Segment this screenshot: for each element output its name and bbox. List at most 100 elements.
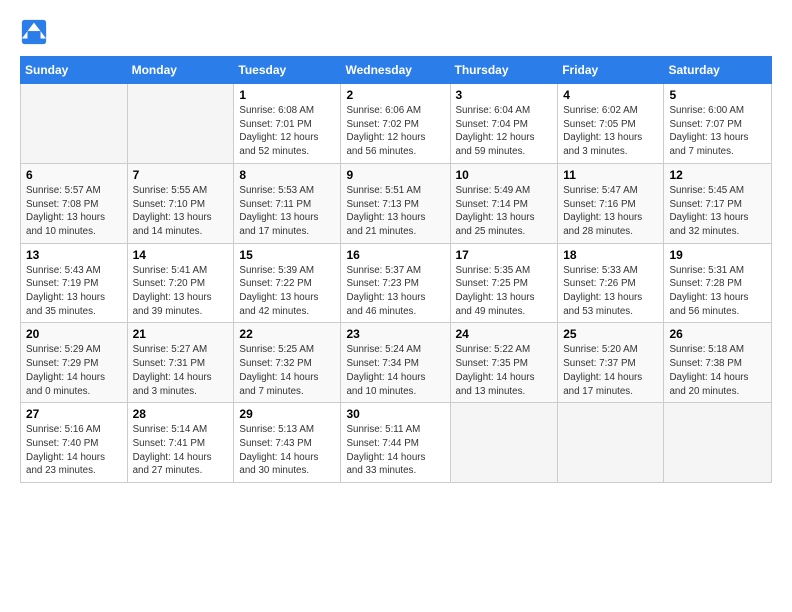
day-info: Sunrise: 5:14 AM Sunset: 7:41 PM Dayligh…	[133, 423, 229, 478]
day-info: Sunrise: 6:02 AM Sunset: 7:05 PM Dayligh…	[563, 104, 658, 159]
calendar-cell: 4 Sunrise: 6:02 AM Sunset: 7:05 PM Daylig…	[558, 84, 664, 164]
day-info: Sunrise: 6:06 AM Sunset: 7:02 PM Dayligh…	[346, 104, 444, 159]
logo	[20, 18, 50, 46]
day-number: 21	[133, 327, 229, 341]
day-info: Sunrise: 5:47 AM Sunset: 7:16 PM Dayligh…	[563, 184, 658, 239]
calendar-cell: 17 Sunrise: 5:35 AM Sunset: 7:25 PM Dayli…	[450, 243, 558, 323]
day-info: Sunrise: 5:20 AM Sunset: 7:37 PM Dayligh…	[563, 343, 658, 398]
day-info: Sunrise: 5:49 AM Sunset: 7:14 PM Dayligh…	[456, 184, 553, 239]
calendar-cell: 29Sunrise: 5:13 AM Sunset: 7:43 PM Dayli…	[234, 403, 341, 483]
calendar-cell: 7 Sunrise: 5:55 AM Sunset: 7:10 PM Daylig…	[127, 163, 234, 243]
day-number: 24	[456, 327, 553, 341]
header-wednesday: Wednesday	[341, 57, 450, 84]
calendar-cell: 1 Sunrise: 6:08 AM Sunset: 7:01 PM Daylig…	[234, 84, 341, 164]
day-info: Sunrise: 5:11 AM Sunset: 7:44 PM Dayligh…	[346, 423, 444, 478]
page-header	[20, 18, 772, 46]
calendar-cell: 18 Sunrise: 5:33 AM Sunset: 7:26 PM Dayli…	[558, 243, 664, 323]
calendar-cell: 5Sunrise: 6:00 AM Sunset: 7:07 PM Daylig…	[664, 84, 772, 164]
calendar-week-3: 20 Sunrise: 5:29 AM Sunset: 7:29 PM Dayli…	[21, 323, 772, 403]
day-info: Sunrise: 5:22 AM Sunset: 7:35 PM Dayligh…	[456, 343, 553, 398]
day-info: Sunrise: 5:41 AM Sunset: 7:20 PM Dayligh…	[133, 264, 229, 319]
calendar-cell: 23 Sunrise: 5:24 AM Sunset: 7:34 PM Dayli…	[341, 323, 450, 403]
day-info: Sunrise: 5:24 AM Sunset: 7:34 PM Dayligh…	[346, 343, 444, 398]
day-info: Sunrise: 5:55 AM Sunset: 7:10 PM Dayligh…	[133, 184, 229, 239]
day-number: 17	[456, 248, 553, 262]
calendar-cell: 3Sunrise: 6:04 AM Sunset: 7:04 PM Daylig…	[450, 84, 558, 164]
day-info: Sunrise: 5:43 AM Sunset: 7:19 PM Dayligh…	[26, 264, 122, 319]
day-number: 27	[26, 407, 122, 421]
day-number: 25	[563, 327, 658, 341]
day-info: Sunrise: 5:29 AM Sunset: 7:29 PM Dayligh…	[26, 343, 122, 398]
calendar-cell: 13Sunrise: 5:43 AM Sunset: 7:19 PM Dayli…	[21, 243, 128, 323]
calendar-cell: 11 Sunrise: 5:47 AM Sunset: 7:16 PM Dayli…	[558, 163, 664, 243]
calendar-cell: 22 Sunrise: 5:25 AM Sunset: 7:32 PM Dayli…	[234, 323, 341, 403]
day-number: 11	[563, 168, 658, 182]
day-number: 8	[239, 168, 335, 182]
calendar-table: SundayMondayTuesdayWednesdayThursdayFrid…	[20, 56, 772, 483]
day-info: Sunrise: 5:16 AM Sunset: 7:40 PM Dayligh…	[26, 423, 122, 478]
calendar-week-1: 6 Sunrise: 5:57 AM Sunset: 7:08 PM Daylig…	[21, 163, 772, 243]
calendar-cell: 21 Sunrise: 5:27 AM Sunset: 7:31 PM Dayli…	[127, 323, 234, 403]
calendar-cell: 30 Sunrise: 5:11 AM Sunset: 7:44 PM Dayli…	[341, 403, 450, 483]
calendar-cell: 26Sunrise: 5:18 AM Sunset: 7:38 PM Dayli…	[664, 323, 772, 403]
day-info: Sunrise: 5:13 AM Sunset: 7:43 PM Dayligh…	[239, 423, 335, 478]
day-number: 9	[346, 168, 444, 182]
day-number: 12	[669, 168, 766, 182]
calendar-cell: 8 Sunrise: 5:53 AM Sunset: 7:11 PM Daylig…	[234, 163, 341, 243]
header-saturday: Saturday	[664, 57, 772, 84]
day-number: 2	[346, 88, 444, 102]
day-number: 28	[133, 407, 229, 421]
calendar-week-2: 13Sunrise: 5:43 AM Sunset: 7:19 PM Dayli…	[21, 243, 772, 323]
day-info: Sunrise: 5:57 AM Sunset: 7:08 PM Dayligh…	[26, 184, 122, 239]
day-number: 22	[239, 327, 335, 341]
day-number: 15	[239, 248, 335, 262]
day-number: 20	[26, 327, 122, 341]
day-number: 30	[346, 407, 444, 421]
day-info: Sunrise: 5:53 AM Sunset: 7:11 PM Dayligh…	[239, 184, 335, 239]
day-info: Sunrise: 5:25 AM Sunset: 7:32 PM Dayligh…	[239, 343, 335, 398]
day-info: Sunrise: 5:31 AM Sunset: 7:28 PM Dayligh…	[669, 264, 766, 319]
calendar-cell: 15 Sunrise: 5:39 AM Sunset: 7:22 PM Dayli…	[234, 243, 341, 323]
calendar-cell: 25 Sunrise: 5:20 AM Sunset: 7:37 PM Dayli…	[558, 323, 664, 403]
day-info: Sunrise: 5:51 AM Sunset: 7:13 PM Dayligh…	[346, 184, 444, 239]
calendar-cell: 24 Sunrise: 5:22 AM Sunset: 7:35 PM Dayli…	[450, 323, 558, 403]
day-info: Sunrise: 6:08 AM Sunset: 7:01 PM Dayligh…	[239, 104, 335, 159]
day-info: Sunrise: 5:39 AM Sunset: 7:22 PM Dayligh…	[239, 264, 335, 319]
day-info: Sunrise: 5:27 AM Sunset: 7:31 PM Dayligh…	[133, 343, 229, 398]
day-number: 1	[239, 88, 335, 102]
day-number: 23	[346, 327, 444, 341]
header-tuesday: Tuesday	[234, 57, 341, 84]
day-number: 26	[669, 327, 766, 341]
calendar-cell: 14Sunrise: 5:41 AM Sunset: 7:20 PM Dayli…	[127, 243, 234, 323]
header-friday: Friday	[558, 57, 664, 84]
calendar-cell	[558, 403, 664, 483]
calendar-cell: 2 Sunrise: 6:06 AM Sunset: 7:02 PM Daylig…	[341, 84, 450, 164]
day-number: 18	[563, 248, 658, 262]
day-info: Sunrise: 5:35 AM Sunset: 7:25 PM Dayligh…	[456, 264, 553, 319]
day-number: 10	[456, 168, 553, 182]
calendar-week-0: 1 Sunrise: 6:08 AM Sunset: 7:01 PM Daylig…	[21, 84, 772, 164]
calendar-cell	[450, 403, 558, 483]
day-number: 4	[563, 88, 658, 102]
day-number: 5	[669, 88, 766, 102]
day-info: Sunrise: 5:45 AM Sunset: 7:17 PM Dayligh…	[669, 184, 766, 239]
day-number: 7	[133, 168, 229, 182]
calendar-cell: 16Sunrise: 5:37 AM Sunset: 7:23 PM Dayli…	[341, 243, 450, 323]
day-number: 3	[456, 88, 553, 102]
calendar-week-4: 27 Sunrise: 5:16 AM Sunset: 7:40 PM Dayli…	[21, 403, 772, 483]
calendar-header-row: SundayMondayTuesdayWednesdayThursdayFrid…	[21, 57, 772, 84]
logo-icon	[20, 18, 48, 46]
header-sunday: Sunday	[21, 57, 128, 84]
day-info: Sunrise: 5:33 AM Sunset: 7:26 PM Dayligh…	[563, 264, 658, 319]
day-number: 19	[669, 248, 766, 262]
header-monday: Monday	[127, 57, 234, 84]
header-thursday: Thursday	[450, 57, 558, 84]
calendar-cell: 19 Sunrise: 5:31 AM Sunset: 7:28 PM Dayli…	[664, 243, 772, 323]
calendar-cell: 12 Sunrise: 5:45 AM Sunset: 7:17 PM Dayli…	[664, 163, 772, 243]
day-number: 16	[346, 248, 444, 262]
calendar-cell	[664, 403, 772, 483]
day-number: 6	[26, 168, 122, 182]
calendar-cell: 10 Sunrise: 5:49 AM Sunset: 7:14 PM Dayli…	[450, 163, 558, 243]
calendar-cell: 27 Sunrise: 5:16 AM Sunset: 7:40 PM Dayli…	[21, 403, 128, 483]
calendar-cell: 20 Sunrise: 5:29 AM Sunset: 7:29 PM Dayli…	[21, 323, 128, 403]
